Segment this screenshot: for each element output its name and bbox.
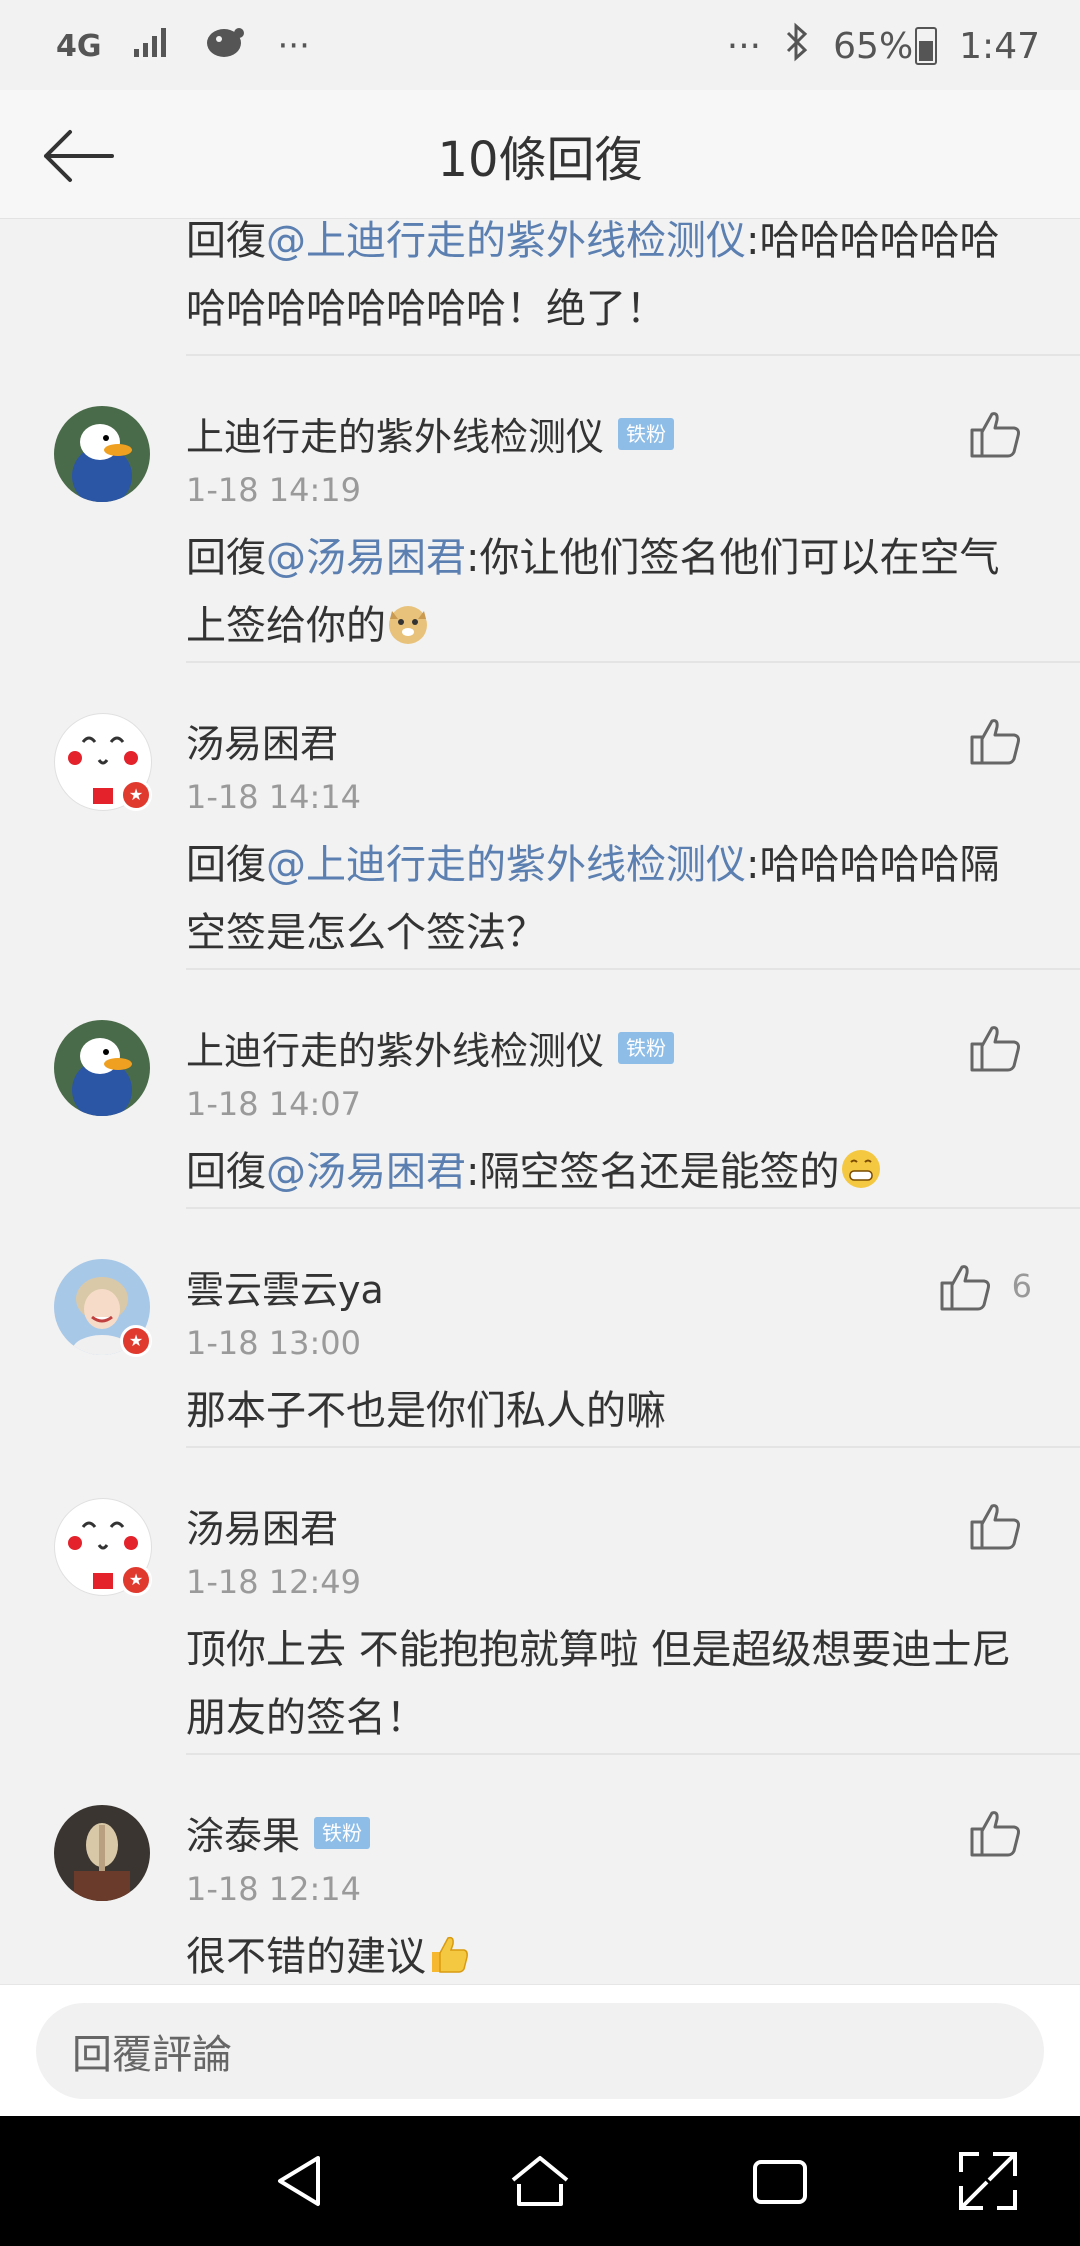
comment-time: 1-18 12:14 <box>186 1870 362 1908</box>
comment-item[interactable]: 上迪行走的紫外线检测仪 铁粉 1-18 14:19 回復@汤易困君:你让他们签名… <box>0 356 1080 661</box>
more-left-icon: ··· <box>277 26 310 66</box>
thumbs-up-icon <box>970 1504 1020 1550</box>
comment-item[interactable]: ★ 汤易困君 1-18 14:14 回復@上迪行走的紫外线检测仪:哈哈哈哈哈隔空… <box>0 663 1080 968</box>
expand-icon <box>959 2152 1017 2210</box>
status-right: ··· 65% 1:47 <box>727 18 1040 74</box>
commenter-name[interactable]: 汤易困君 <box>186 713 338 768</box>
reply-prefix: 回復 <box>186 219 266 264</box>
comment-text: 回復@汤易困君:你让他们签名他们可以在空气上签给你的 <box>186 524 1016 660</box>
comment-time: 1-18 14:07 <box>186 1085 362 1123</box>
commenter-name[interactable]: 涂泰果 <box>186 1805 300 1860</box>
more-right-icon: ··· <box>726 25 762 67</box>
like-button[interactable] <box>968 1020 1024 1076</box>
avatar[interactable] <box>54 1020 150 1116</box>
like-button[interactable] <box>968 1498 1024 1554</box>
doge-emoji-icon <box>389 606 427 644</box>
commenter-name-row: 涂泰果 铁粉 <box>186 1805 371 1860</box>
comment-time: 1-18 13:00 <box>186 1324 362 1362</box>
nav-expand-button[interactable] <box>953 2146 1023 2216</box>
mention-link[interactable]: @汤易困君 <box>266 1149 466 1195</box>
mention-link[interactable]: @上迪行走的紫外线检测仪 <box>266 219 746 264</box>
reply-input[interactable]: 回覆評論 <box>36 2003 1044 2099</box>
thumbs-up-emoji-icon <box>432 1936 468 1973</box>
comment-body: 那本子不也是你们私人的嘛 <box>186 1388 666 1434</box>
comment-time: 1-18 12:49 <box>186 1563 362 1601</box>
commenter-name-row: 雲云雲云ya <box>186 1259 384 1314</box>
header: 10條回復 <box>0 90 1080 219</box>
reply-prefix: 回復 <box>186 535 266 581</box>
system-nav-bar <box>0 2116 1080 2246</box>
verified-badge-icon: ★ <box>120 1564 152 1596</box>
like-count: 6 <box>1011 1267 1032 1305</box>
commenter-name-row: 上迪行走的紫外线检测仪 铁粉 <box>186 1020 675 1075</box>
commenter-name-row: 汤易困君 <box>186 713 338 768</box>
commenter-name[interactable]: 上迪行走的紫外线检测仪 <box>186 1020 604 1075</box>
avatar[interactable] <box>54 406 150 502</box>
thumbs-up-icon <box>970 1026 1020 1072</box>
reply-prefix: 回復 <box>186 1149 266 1195</box>
comment-text: 那本子不也是你们私人的嘛 <box>186 1377 1016 1445</box>
status-bar: 4G ··· ··· 65% 1:47 <box>0 0 1080 90</box>
commenter-name[interactable]: 汤易困君 <box>186 1498 338 1553</box>
thumbs-up-icon <box>970 719 1020 765</box>
fan-badge: 铁粉 <box>618 417 675 450</box>
page-title: 10條回復 <box>437 132 643 188</box>
commenter-name-row: 上迪行走的紫外线检测仪 铁粉 <box>186 406 675 461</box>
nav-recents-button[interactable] <box>745 2146 815 2216</box>
battery-indicator: 65% <box>833 25 938 67</box>
like-button[interactable] <box>968 713 1024 769</box>
like-button[interactable] <box>968 1805 1024 1861</box>
like-button[interactable] <box>968 406 1024 462</box>
avatar[interactable] <box>54 1805 150 1901</box>
fan-badge: 铁粉 <box>618 1031 675 1064</box>
reply-list[interactable]: 回復@上迪行走的紫外线检测仪:哈哈哈哈哈哈哈哈哈哈哈哈哈哈！绝了！ 上迪行走的紫… <box>0 219 1080 1984</box>
comment-time: 1-18 14:19 <box>186 471 362 509</box>
thumbs-up-icon <box>970 1811 1020 1857</box>
fan-badge: 铁粉 <box>314 1816 371 1849</box>
reply-prefix: 回復 <box>186 842 266 888</box>
nav-back-button[interactable] <box>266 2146 336 2216</box>
comment-item[interactable]: 涂泰果 铁粉 1-18 12:14 很不错的建议 <box>0 1755 1080 1984</box>
commenter-name[interactable]: 上迪行走的紫外线检测仪 <box>186 406 604 461</box>
thumbs-up-icon <box>940 1265 990 1311</box>
comment-item[interactable]: ★ 雲云雲云ya 1-18 13:00 那本子不也是你们私人的嘛 6 <box>0 1209 1080 1446</box>
verified-badge-icon: ★ <box>120 779 152 811</box>
grin-emoji-icon <box>842 1150 881 1188</box>
bluetooth-icon <box>783 22 811 71</box>
comment-text: 回復@汤易困君:隔空签名还是能签的 <box>186 1138 1016 1206</box>
commenter-name[interactable]: 雲云雲云ya <box>186 1259 384 1314</box>
comment-item[interactable]: 上迪行走的紫外线检测仪 铁粉 1-18 14:07 回復@汤易困君:隔空签名还是… <box>0 970 1080 1207</box>
mention-link[interactable]: @汤易困君 <box>266 535 466 581</box>
nav-recents-icon <box>753 2160 807 2204</box>
reply-bar: 回覆評論 <box>0 1984 1080 2117</box>
comment-text: 顶你上去 不能抱抱就算啦 但是超级想要迪士尼朋友的签名！ <box>186 1616 1016 1752</box>
comment-body: 顶你上去 不能抱抱就算啦 但是超级想要迪士尼朋友的签名！ <box>186 1627 1012 1741</box>
battery-percent: 65% <box>833 25 914 67</box>
partial-comment-text: 回復@上迪行走的紫外线检测仪:哈哈哈哈哈哈哈哈哈哈哈哈哈哈！绝了！ <box>186 219 1006 343</box>
app-notification-icon <box>202 22 248 71</box>
thumbs-up-icon <box>970 412 1020 458</box>
commenter-name-row: 汤易困君 <box>186 1498 338 1553</box>
reply-placeholder: 回覆評論 <box>72 2032 232 2078</box>
comment-time: 1-18 14:14 <box>186 778 362 816</box>
signal-icon <box>132 25 172 68</box>
status-left: 4G ··· <box>56 18 310 74</box>
comment-body: :隔空签名还是能签的 <box>466 1149 840 1195</box>
like-button[interactable] <box>938 1259 994 1315</box>
nav-home-button[interactable] <box>505 2146 575 2216</box>
clock: 1:47 <box>959 25 1040 67</box>
comment-body: 很不错的建议 <box>186 1934 426 1980</box>
comment-text: 回復@上迪行走的紫外线检测仪:哈哈哈哈哈隔空签是怎么个签法？ <box>186 831 1016 967</box>
comment-item[interactable]: ★ 汤易困君 1-18 12:49 顶你上去 不能抱抱就算啦 但是超级想要迪士尼… <box>0 1448 1080 1753</box>
battery-icon <box>915 27 938 65</box>
comment-text: 很不错的建议 <box>186 1923 1016 1984</box>
mention-link[interactable]: @上迪行走的紫外线检测仪 <box>266 842 746 888</box>
network-type: 4G <box>56 28 102 64</box>
nav-back-icon <box>278 2156 320 2206</box>
verified-badge-icon: ★ <box>120 1325 152 1357</box>
nav-home-icon <box>511 2156 569 2206</box>
